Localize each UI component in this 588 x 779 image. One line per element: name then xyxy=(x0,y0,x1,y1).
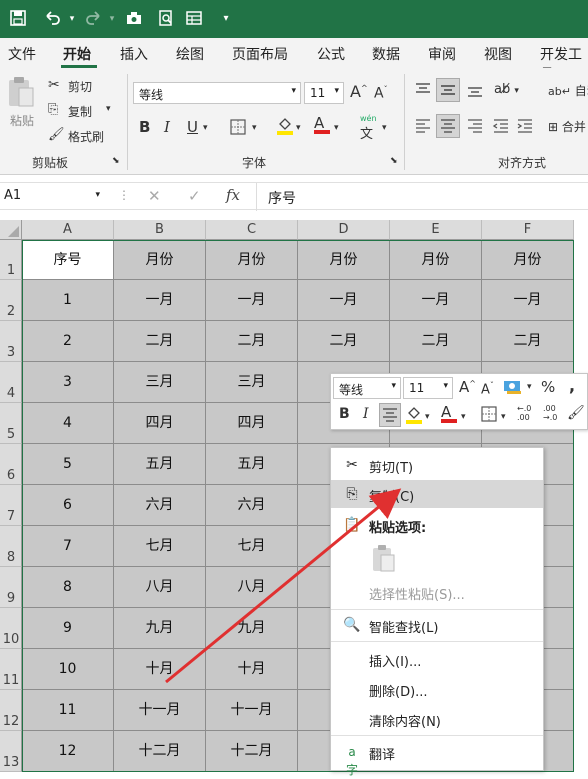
annotation-arrow xyxy=(165,488,402,684)
arrow-line xyxy=(165,488,402,684)
